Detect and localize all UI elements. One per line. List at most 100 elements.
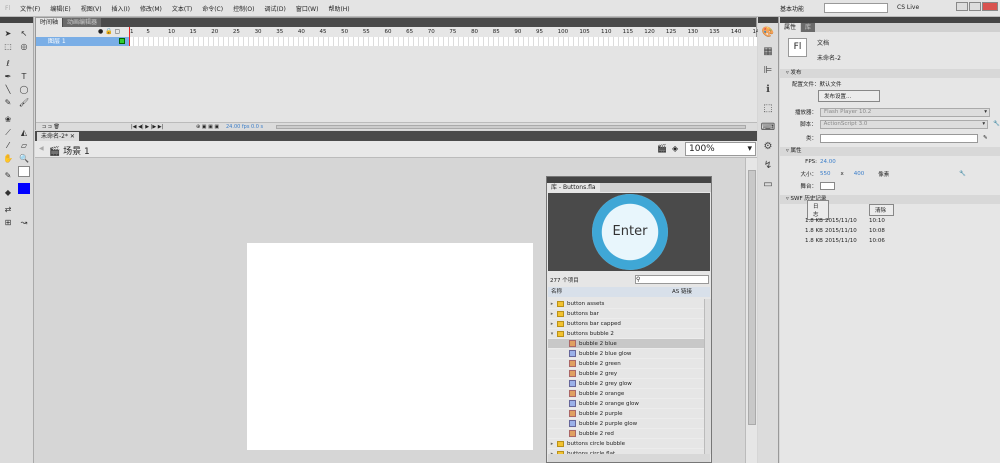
- height-value[interactable]: 400: [854, 171, 865, 177]
- script-select[interactable]: ActionScript 3.0: [819, 119, 989, 129]
- frame-track[interactable]: [129, 37, 757, 46]
- playback-controls[interactable]: |◀ ◀| ▶ |▶ ▶|: [131, 123, 163, 131]
- scene-panel-icon[interactable]: ▭: [758, 175, 778, 194]
- edit-symbols-icon[interactable]: ◈: [672, 144, 678, 153]
- library-item[interactable]: bubble 2 purple glow: [548, 419, 705, 429]
- motion-presets-icon[interactable]: ↯: [758, 156, 778, 175]
- fps-readout[interactable]: 24.00 fps: [226, 123, 249, 131]
- col-name[interactable]: 名称: [551, 289, 562, 295]
- library-item[interactable]: bubble 2 orange: [548, 389, 705, 399]
- timeline-hscrollbar[interactable]: [276, 125, 746, 129]
- layer-name[interactable]: 图层 1: [48, 38, 66, 45]
- swap-colors-icon[interactable]: ⇄: [2, 204, 14, 215]
- code-snippets-icon[interactable]: ⌨: [758, 118, 778, 137]
- width-value[interactable]: 550: [820, 171, 831, 177]
- pencil-tool-icon[interactable]: ✎: [2, 97, 14, 108]
- library-item[interactable]: bubble 2 purple: [548, 409, 705, 419]
- line-tool-icon[interactable]: ╲: [2, 84, 14, 95]
- size-settings-icon[interactable]: 🔧: [959, 171, 966, 177]
- menu-item[interactable]: 修改(M): [135, 4, 167, 13]
- hand-tool-icon[interactable]: ✋: [2, 153, 14, 164]
- menu-item[interactable]: 插入(I): [107, 4, 135, 13]
- restore-button[interactable]: [969, 2, 981, 11]
- menu-item[interactable]: 编辑(E): [45, 4, 75, 13]
- layer-outline-icon[interactable]: [119, 38, 125, 44]
- lasso-tool-icon[interactable]: ℓ: [2, 58, 14, 69]
- 3d-rotation-tool-icon[interactable]: ◎: [18, 41, 30, 52]
- eyedropper-tool-icon[interactable]: ⁄: [2, 140, 14, 151]
- library-item[interactable]: bubble 2 grey: [548, 369, 705, 379]
- library-item[interactable]: bubble 2 grey glow: [548, 379, 705, 389]
- library-item[interactable]: ▾ buttons bubble 2: [548, 329, 705, 339]
- menu-item[interactable]: 帮助(H): [323, 4, 354, 13]
- color-panel-icon[interactable]: 🎨: [758, 23, 778, 42]
- library-item[interactable]: bubble 2 blue glow: [548, 349, 705, 359]
- search-input[interactable]: [824, 3, 888, 13]
- edit-scene-icon[interactable]: 🎬: [657, 144, 667, 153]
- snap-icon[interactable]: ⊞: [2, 217, 14, 228]
- eraser-tool-icon[interactable]: ▱: [18, 140, 30, 151]
- section-publish[interactable]: ▿ 发布: [780, 69, 1000, 78]
- brush-tool-icon[interactable]: 🖌: [18, 97, 30, 108]
- zoom-select[interactable]: 100% ▾: [685, 142, 756, 156]
- library-tab[interactable]: 库 - Buttons.fla: [547, 183, 600, 192]
- expand-arrow-icon[interactable]: ▸: [548, 309, 556, 319]
- deco-tool-icon[interactable]: ❀: [2, 114, 14, 125]
- onion-skin-icons[interactable]: ⊕ ▣ ▣ ▣: [196, 123, 219, 131]
- tab-properties[interactable]: 属性: [780, 23, 801, 32]
- library-item[interactable]: bubble 2 red: [548, 429, 705, 439]
- tab-library[interactable]: 库: [801, 23, 816, 32]
- tab-motion-editor[interactable]: 动画编辑器: [63, 18, 102, 27]
- class-input[interactable]: [820, 133, 978, 143]
- expand-arrow-icon[interactable]: ▾: [548, 329, 556, 339]
- tab-timeline[interactable]: 时间轴: [36, 18, 63, 27]
- fill-color-icon[interactable]: ◆: [2, 187, 14, 198]
- library-item[interactable]: ▸ buttons bar: [548, 309, 705, 319]
- menu-item[interactable]: 命令(C): [197, 4, 228, 13]
- menu-item[interactable]: 控制(O): [228, 4, 259, 13]
- pen-tool-icon[interactable]: ✒: [2, 71, 14, 82]
- scene-label[interactable]: 🎬 场景 1: [49, 144, 90, 157]
- stage-canvas[interactable]: [247, 243, 533, 450]
- menu-item[interactable]: 文件(F): [15, 4, 45, 13]
- minimize-button[interactable]: [956, 2, 968, 11]
- fill-color-swatch[interactable]: [18, 183, 30, 194]
- library-item[interactable]: bubble 2 orange glow: [548, 399, 705, 409]
- player-select[interactable]: Flash Player 10.2: [820, 107, 990, 117]
- edit-class-icon[interactable]: ✎: [983, 135, 988, 141]
- menu-item[interactable]: 调试(D): [260, 4, 291, 13]
- align-icon[interactable]: ⊫: [758, 61, 778, 80]
- library-item[interactable]: ▸ buttons bar capped: [548, 319, 705, 329]
- text-tool-icon[interactable]: T: [18, 71, 30, 82]
- stage-vscrollbar[interactable]: [745, 158, 757, 463]
- library-item[interactable]: bubble 2 green: [548, 359, 705, 369]
- info-icon[interactable]: ℹ: [758, 80, 778, 99]
- publish-settings-button[interactable]: 发布设置...: [818, 90, 880, 102]
- cs-live-button[interactable]: CS Live: [897, 4, 919, 11]
- menu-item[interactable]: 视图(V): [76, 4, 107, 13]
- new-layer-icon[interactable]: ⊐ ⊐ 🗑: [42, 123, 60, 131]
- expand-arrow-icon[interactable]: ▸: [548, 439, 556, 449]
- menu-item[interactable]: 文本(T): [167, 4, 197, 13]
- library-search-input[interactable]: ⚲: [635, 275, 709, 284]
- col-linkage[interactable]: AS 链接: [672, 287, 692, 297]
- frame-ruler[interactable]: 1 5 10 15 20 25 30 35 40 45 50 55 60 65 70 75 80 85 90 95 10…: [129, 27, 763, 37]
- library-item[interactable]: bubble 2 blue: [548, 339, 705, 349]
- swatches-icon[interactable]: ▦: [758, 42, 778, 61]
- library-column-header[interactable]: 名称 AS 链接: [548, 287, 710, 297]
- clear-button[interactable]: 清除: [869, 204, 894, 216]
- smooth-icon[interactable]: ↝: [18, 217, 30, 228]
- menu-item[interactable]: 窗口(W): [291, 4, 324, 13]
- selection-tool-icon[interactable]: ➤: [2, 28, 14, 39]
- document-tab[interactable]: 未命名-2* ✕: [37, 132, 79, 141]
- bone-tool-icon[interactable]: ⟋: [2, 127, 14, 138]
- layer-header-icons[interactable]: ● 🔒 ▢: [98, 28, 120, 35]
- log-button[interactable]: 日志: [807, 200, 829, 220]
- expand-arrow-icon[interactable]: ▸: [548, 319, 556, 329]
- library-vscrollbar[interactable]: [704, 299, 711, 454]
- stroke-color-swatch[interactable]: [18, 166, 30, 177]
- subselection-tool-icon[interactable]: ↖: [18, 28, 30, 39]
- fps-value[interactable]: 24.00: [820, 159, 836, 165]
- components-icon[interactable]: ⚙: [758, 137, 778, 156]
- stage-color-swatch[interactable]: [820, 182, 835, 190]
